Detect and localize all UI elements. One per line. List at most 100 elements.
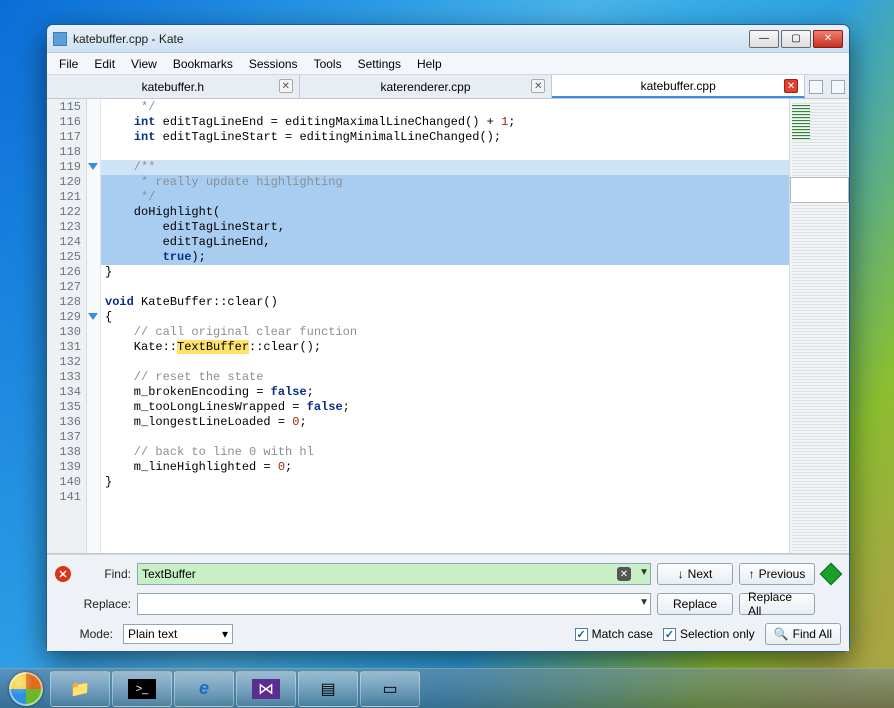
replace-history-dropdown[interactable]: ▼ <box>639 597 649 608</box>
match-case-checkbox[interactable]: ✓Match case <box>575 627 653 641</box>
menu-settings[interactable]: Settings <box>350 55 409 73</box>
menu-sessions[interactable]: Sessions <box>241 55 306 73</box>
menu-help[interactable]: Help <box>409 55 450 73</box>
close-button[interactable]: ✕ <box>813 30 843 48</box>
code-line[interactable]: // back to line 0 with hl <box>101 445 789 460</box>
taskbar-item-explorer[interactable]: ▭ <box>360 671 420 707</box>
selection-only-checkbox[interactable]: ✓Selection only <box>663 627 755 641</box>
code-line[interactable]: } <box>101 475 789 490</box>
code-editor[interactable]: */ int editTagLineEnd = editingMaximalLi… <box>101 99 789 553</box>
code-line[interactable]: /** <box>101 160 789 175</box>
code-line[interactable]: m_brokenEncoding = false; <box>101 385 789 400</box>
menu-file[interactable]: File <box>51 55 86 73</box>
find-all-button[interactable]: 🔍 Find All <box>765 623 841 645</box>
tab-close-button[interactable]: ✕ <box>784 79 798 93</box>
new-tab-button[interactable] <box>809 80 823 94</box>
taskbar-item-folder[interactable]: 📁 <box>50 671 110 707</box>
window-title: katebuffer.cpp - Kate <box>73 32 749 46</box>
maximize-button[interactable]: ▢ <box>781 30 811 48</box>
taskbar-item-ie[interactable]: e <box>174 671 234 707</box>
terminal-icon: >_ <box>128 679 156 699</box>
code-line[interactable] <box>101 490 789 505</box>
tab-close-button[interactable]: ✕ <box>279 79 293 93</box>
tab-katebuffer-cpp[interactable]: katebuffer.cpp ✕ <box>552 75 805 98</box>
tab-bar: katebuffer.h✕katerenderer.cpp✕katebuffer… <box>47 75 849 99</box>
ie-icon: e <box>192 679 216 699</box>
taskbar-item-terminal[interactable]: >_ <box>112 671 172 707</box>
tab-close-button[interactable]: ✕ <box>531 79 545 93</box>
expand-options-icon[interactable] <box>820 563 843 586</box>
fold-marker[interactable] <box>88 313 98 320</box>
find-label: Find: <box>79 567 131 581</box>
app-icon <box>53 32 67 46</box>
fold-column[interactable] <box>87 99 101 553</box>
clear-find-button[interactable]: ✕ <box>617 567 631 581</box>
code-line[interactable]: void KateBuffer::clear() <box>101 295 789 310</box>
code-line[interactable] <box>101 280 789 295</box>
code-line[interactable] <box>101 430 789 445</box>
mode-label: Mode: <box>55 627 113 641</box>
start-button[interactable] <box>4 671 48 707</box>
editor-area: 1151161171181191201211221231241251261271… <box>47 99 849 554</box>
code-line[interactable]: */ <box>101 100 789 115</box>
code-line[interactable]: { <box>101 310 789 325</box>
menu-bookmarks[interactable]: Bookmarks <box>165 55 241 73</box>
minimap[interactable] <box>789 99 849 553</box>
replace-button[interactable]: Replace <box>657 593 733 615</box>
code-line[interactable]: // reset the state <box>101 370 789 385</box>
taskbar[interactable]: 📁 >_ e ⋈ ▤ ▭ <box>0 668 894 708</box>
find-previous-button[interactable]: ↑ Previous <box>739 563 815 585</box>
line-number-gutter[interactable]: 1151161171181191201211221231241251261271… <box>47 99 87 553</box>
replace-all-button[interactable]: Replace All <box>739 593 815 615</box>
replace-input[interactable] <box>137 593 651 615</box>
minimap-highlight <box>792 103 810 139</box>
explorer-icon: ▭ <box>378 679 402 699</box>
folder-icon: 📁 <box>68 679 92 699</box>
code-line[interactable] <box>101 145 789 160</box>
code-line[interactable]: Kate::TextBuffer::clear(); <box>101 340 789 355</box>
notepad-icon: ▤ <box>316 679 340 699</box>
tab-list-button[interactable] <box>831 80 845 94</box>
code-line[interactable]: doHighlight( <box>101 205 789 220</box>
find-input[interactable] <box>137 563 651 585</box>
code-line[interactable]: */ <box>101 190 789 205</box>
titlebar[interactable]: katebuffer.cpp - Kate — ▢ ✕ <box>47 25 849 53</box>
code-line[interactable]: } <box>101 265 789 280</box>
find-history-dropdown[interactable]: ▼ <box>639 567 649 578</box>
menubar: FileEditViewBookmarksSessionsToolsSettin… <box>47 53 849 75</box>
kate-window: katebuffer.cpp - Kate — ▢ ✕ FileEditView… <box>46 24 850 652</box>
tab-label: katerenderer.cpp <box>380 80 470 94</box>
windows-orb-icon <box>9 672 43 706</box>
code-line[interactable]: // call original clear function <box>101 325 789 340</box>
close-find-button[interactable]: ✕ <box>55 566 71 582</box>
code-line[interactable]: * really update highlighting <box>101 175 789 190</box>
taskbar-item-vs[interactable]: ⋈ <box>236 671 296 707</box>
menu-tools[interactable]: Tools <box>306 55 350 73</box>
search-mode-combo[interactable]: Plain text ▾ <box>123 624 233 644</box>
menu-view[interactable]: View <box>123 55 165 73</box>
find-next-button[interactable]: ↓ Next <box>657 563 733 585</box>
tab-label: katebuffer.cpp <box>641 79 716 93</box>
code-line[interactable]: int editTagLineStart = editingMinimalLin… <box>101 130 789 145</box>
minimap-viewport[interactable] <box>790 177 849 203</box>
code-line[interactable]: m_longestLineLoaded = 0; <box>101 415 789 430</box>
code-line[interactable] <box>101 355 789 370</box>
tab-katebuffer-h[interactable]: katebuffer.h ✕ <box>47 75 300 98</box>
tab-katerenderer-cpp[interactable]: katerenderer.cpp ✕ <box>300 75 553 98</box>
minimap-content <box>792 101 847 551</box>
code-line[interactable]: editTagLineStart, <box>101 220 789 235</box>
code-line[interactable]: true); <box>101 250 789 265</box>
code-line[interactable]: editTagLineEnd, <box>101 235 789 250</box>
code-line[interactable]: m_lineHighlighted = 0; <box>101 460 789 475</box>
minimize-button[interactable]: — <box>749 30 779 48</box>
code-line[interactable]: int editTagLineEnd = editingMaximalLineC… <box>101 115 789 130</box>
replace-label: Replace: <box>79 597 131 611</box>
down-arrow-icon: ↓ <box>678 567 684 581</box>
taskbar-item-notepad[interactable]: ▤ <box>298 671 358 707</box>
menu-edit[interactable]: Edit <box>86 55 123 73</box>
vs-icon: ⋈ <box>252 679 280 699</box>
chevron-down-icon: ▾ <box>222 627 228 641</box>
tab-label: katebuffer.h <box>142 80 205 94</box>
fold-marker[interactable] <box>88 163 98 170</box>
code-line[interactable]: m_tooLongLinesWrapped = false; <box>101 400 789 415</box>
